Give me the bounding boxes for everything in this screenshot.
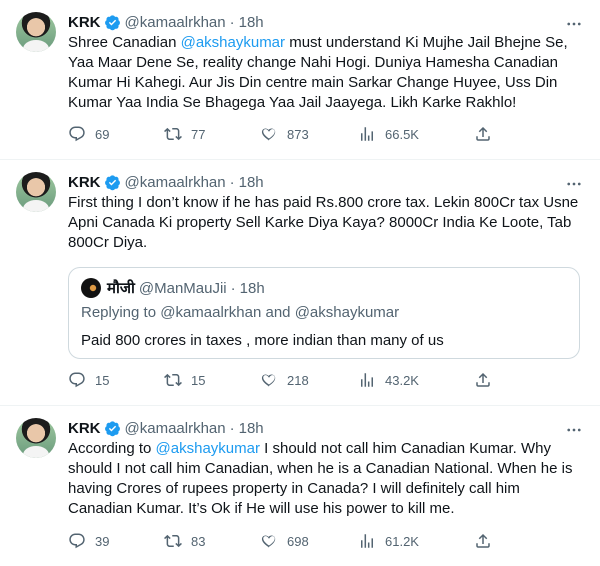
separator-dot: · bbox=[230, 279, 236, 297]
author-handle[interactable]: @kamaalrkhan bbox=[125, 420, 226, 437]
tweet-text-part: According to bbox=[68, 440, 156, 457]
heart-icon bbox=[261, 374, 276, 387]
separator-dot: · bbox=[229, 419, 235, 437]
quote-author-name: मौजी bbox=[107, 280, 135, 297]
tweet-feed: KRK @kamaalrkhan · 18h Shree Canadian @a… bbox=[0, 0, 600, 566]
like-count: 698 bbox=[287, 533, 309, 549]
like-count: 218 bbox=[287, 372, 309, 388]
tweet-2[interactable]: KRK @kamaalrkhan · 18h First thing I don… bbox=[0, 160, 600, 406]
separator-dot: · bbox=[229, 173, 235, 191]
replying-prefix: Replying to bbox=[81, 304, 161, 321]
like-button[interactable]: 218 bbox=[260, 371, 309, 389]
share-icon bbox=[476, 533, 490, 548]
verified-badge-icon bbox=[104, 420, 121, 437]
avatar[interactable] bbox=[16, 418, 56, 458]
quote-text: Paid 800 crores in taxes , more indian t… bbox=[81, 332, 444, 349]
author-handle[interactable]: @kamaalrkhan bbox=[125, 14, 226, 31]
tweet-text-part: Shree Canadian bbox=[68, 34, 181, 51]
reply-button[interactable]: 69 bbox=[68, 125, 109, 143]
heart-icon bbox=[261, 128, 276, 141]
share-icon bbox=[476, 126, 490, 141]
share-icon bbox=[476, 372, 490, 387]
author-handle[interactable]: @kamaalrkhan bbox=[125, 174, 226, 191]
like-count: 873 bbox=[287, 126, 309, 142]
retweet-button[interactable]: 77 bbox=[164, 125, 205, 143]
retweet-icon bbox=[164, 373, 182, 387]
timestamp[interactable]: 18h bbox=[239, 14, 264, 31]
author-name[interactable]: KRK bbox=[68, 14, 101, 31]
view-count: 43.2K bbox=[385, 372, 419, 388]
author-name[interactable]: KRK bbox=[68, 420, 101, 437]
share-button[interactable] bbox=[474, 125, 492, 143]
retweet-count: 77 bbox=[191, 126, 206, 142]
reply-button[interactable]: 15 bbox=[68, 371, 109, 389]
quote-header: मौजी @ManMauJii · 18h bbox=[81, 278, 567, 298]
tweet-header: KRK @kamaalrkhan · 18h bbox=[68, 172, 584, 192]
reply-icon bbox=[69, 533, 85, 549]
mention-link[interactable]: @akshaykumar bbox=[181, 34, 285, 51]
avatar[interactable] bbox=[16, 172, 56, 212]
like-button[interactable]: 873 bbox=[260, 125, 309, 143]
share-button[interactable] bbox=[474, 371, 492, 389]
retweet-icon bbox=[164, 534, 182, 548]
mention-link[interactable]: @akshaykumar bbox=[156, 440, 260, 457]
tweet-text: First thing I don’t know if he has paid … bbox=[68, 194, 579, 251]
reply-count: 69 bbox=[95, 126, 110, 142]
author-name[interactable]: KRK bbox=[68, 174, 101, 191]
quote-avatar bbox=[81, 278, 101, 298]
separator-dot: · bbox=[229, 13, 235, 31]
reply-count: 39 bbox=[95, 533, 110, 549]
reply-icon bbox=[69, 126, 85, 142]
retweet-count: 15 bbox=[191, 372, 206, 388]
replying-handle: @akshaykumar bbox=[294, 304, 400, 321]
reply-button[interactable]: 39 bbox=[68, 532, 109, 550]
view-count: 61.2K bbox=[385, 533, 419, 549]
retweet-button[interactable]: 83 bbox=[164, 532, 205, 550]
replying-handle: @kamaalrkhan bbox=[160, 304, 262, 321]
tweet-3[interactable]: KRK @kamaalrkhan · 18h According to @aks… bbox=[0, 406, 600, 566]
quote-timestamp: 18h bbox=[239, 279, 265, 297]
reply-icon bbox=[69, 372, 85, 388]
verified-badge-icon bbox=[104, 14, 121, 31]
tweet-text: Shree Canadian @akshaykumar must underst… bbox=[68, 33, 584, 113]
replying-and: and bbox=[261, 304, 295, 321]
quoted-tweet[interactable]: मौजी @ManMauJii · 18h Replying to @kamaa… bbox=[68, 267, 580, 359]
views-button[interactable]: 61.2K bbox=[358, 532, 419, 550]
tweet-1[interactable]: KRK @kamaalrkhan · 18h Shree Canadian @a… bbox=[0, 0, 600, 160]
retweet-button[interactable]: 15 bbox=[164, 371, 205, 389]
timestamp[interactable]: 18h bbox=[239, 420, 264, 437]
tweet-header: KRK @kamaalrkhan · 18h bbox=[68, 418, 584, 438]
replying-to: Replying to @kamaalrkhan and @akshaykuma… bbox=[81, 304, 567, 324]
more-options-icon[interactable] bbox=[564, 420, 584, 440]
reply-count: 15 bbox=[95, 372, 110, 388]
more-options-icon[interactable] bbox=[564, 174, 584, 194]
views-button[interactable]: 43.2K bbox=[358, 371, 419, 389]
share-button[interactable] bbox=[474, 532, 492, 550]
heart-icon bbox=[261, 535, 276, 548]
like-button[interactable]: 698 bbox=[260, 532, 309, 550]
view-count: 66.5K bbox=[385, 126, 419, 142]
quote-author-handle: @ManMauJii bbox=[138, 279, 227, 297]
tweet-text: According to @akshaykumar I should not c… bbox=[68, 439, 584, 519]
tweet-header: KRK @kamaalrkhan · 18h bbox=[68, 12, 584, 32]
timestamp[interactable]: 18h bbox=[239, 174, 264, 191]
more-options-icon[interactable] bbox=[564, 14, 584, 34]
retweet-icon bbox=[164, 127, 182, 141]
verified-badge-icon bbox=[104, 174, 121, 191]
views-icon bbox=[361, 373, 373, 387]
views-icon bbox=[361, 534, 373, 548]
avatar[interactable] bbox=[16, 12, 56, 52]
views-button[interactable]: 66.5K bbox=[358, 125, 419, 143]
views-icon bbox=[361, 127, 373, 141]
retweet-count: 83 bbox=[191, 533, 206, 549]
